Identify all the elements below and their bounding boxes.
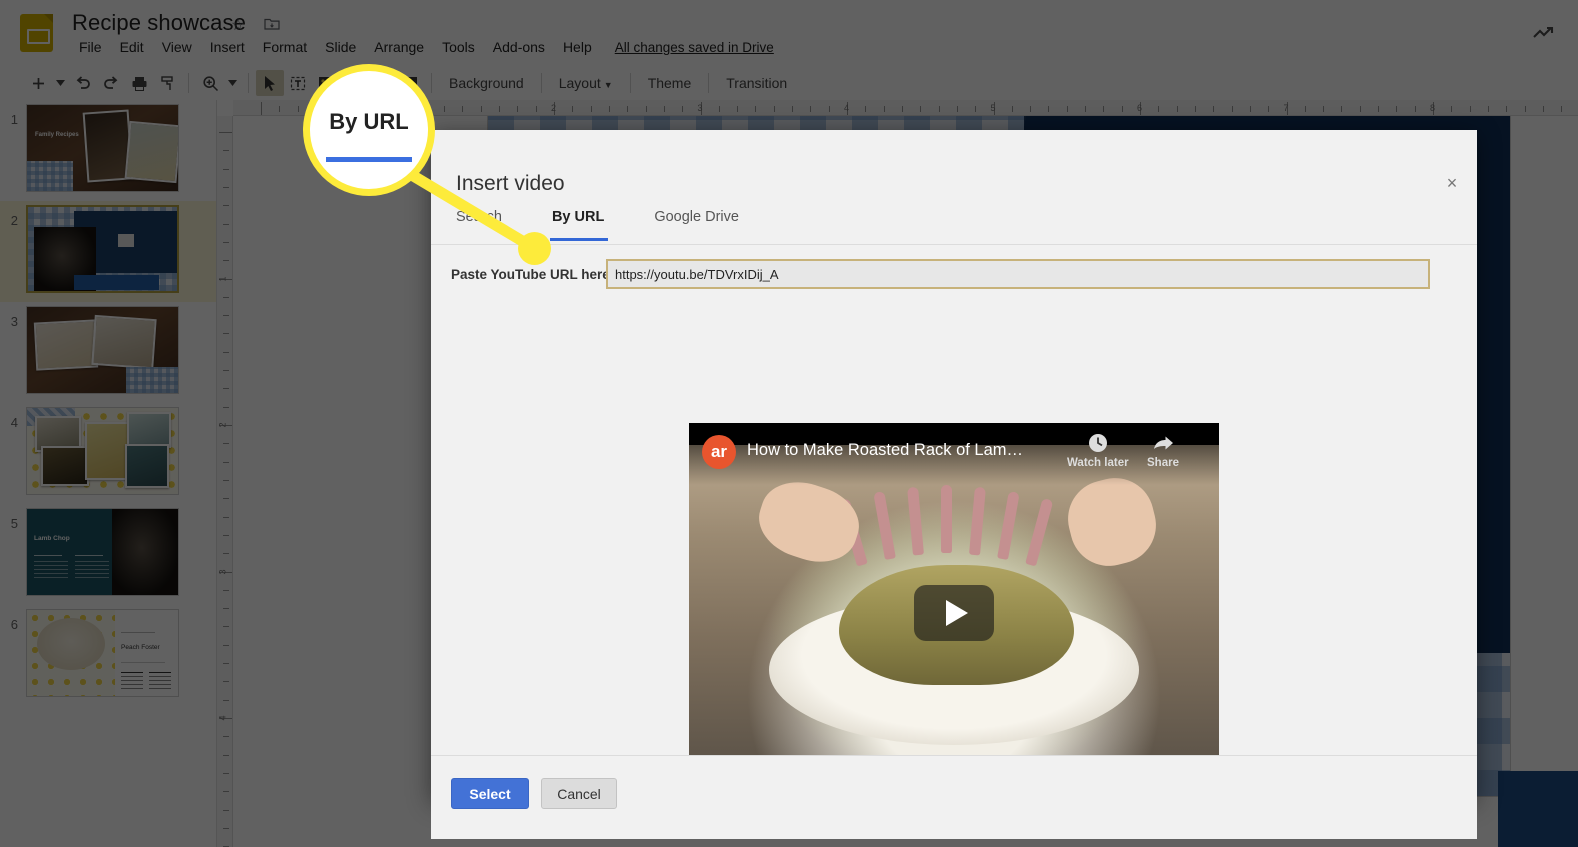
- watch-later-button[interactable]: Watch later: [1067, 432, 1129, 469]
- move-to-folder-icon[interactable]: [263, 17, 281, 35]
- slide-number: 1: [10, 112, 18, 127]
- video-overlay-bar: ar How to Make Roasted Rack of Lam… Watc…: [689, 423, 1219, 485]
- toolbar-divider: [188, 73, 189, 93]
- close-icon[interactable]: ×: [1441, 173, 1463, 195]
- layout-label: Layout: [558, 75, 601, 91]
- layout-button[interactable]: Layout ▼: [549, 72, 623, 94]
- dialog-footer: Select Cancel: [431, 755, 1477, 839]
- slide-number: 3: [10, 314, 18, 329]
- google-slides-window: Recipe showcase ☆ File Edit View Insert …: [0, 0, 1578, 847]
- new-slide-dropdown-icon[interactable]: [52, 70, 69, 96]
- tab-search[interactable]: Search: [456, 204, 520, 241]
- tab-by-url[interactable]: By URL: [549, 204, 622, 241]
- slide-number: 6: [10, 617, 18, 632]
- share-label: Share: [1147, 457, 1179, 469]
- chevron-down-icon: ▼: [603, 80, 613, 90]
- menu-help[interactable]: Help: [554, 36, 601, 58]
- redo-icon[interactable]: [97, 70, 125, 96]
- theme-button[interactable]: Theme: [638, 72, 702, 94]
- undo-icon[interactable]: [69, 70, 97, 96]
- tab-google-drive[interactable]: Google Drive: [654, 204, 757, 241]
- dialog-tabs: Search By URL Google Drive: [431, 204, 1477, 245]
- callout-magnifier: By URL: [303, 64, 435, 196]
- star-icon[interactable]: ☆: [229, 17, 247, 35]
- zoom-dropdown-icon[interactable]: [224, 70, 241, 96]
- cancel-button[interactable]: Cancel: [541, 778, 617, 809]
- new-slide-icon[interactable]: [24, 70, 52, 96]
- background-button[interactable]: Background: [439, 72, 534, 94]
- menu-arrange[interactable]: Arrange: [365, 36, 433, 58]
- select-button[interactable]: Select: [451, 778, 529, 809]
- slide-number: 4: [10, 415, 18, 430]
- filmstrip-slide-1[interactable]: 1 Family Recipes: [0, 100, 216, 201]
- slide-number: 2: [10, 213, 18, 228]
- toolbar-divider-5: [629, 73, 631, 93]
- filmstrip-slide-2[interactable]: 2: [0, 201, 216, 302]
- slide-1-title: Family Recipes: [35, 132, 79, 138]
- slide-thumbnail[interactable]: Peach Foster: [26, 609, 179, 697]
- zoom-icon[interactable]: [196, 70, 224, 96]
- insert-video-dialog[interactable]: Insert video × Search By URL Google Driv…: [431, 130, 1477, 839]
- callout-target-dot: [518, 232, 551, 265]
- menu-tools[interactable]: Tools: [433, 36, 484, 58]
- filmstrip-slide-6[interactable]: 6 Peach Foster: [0, 605, 216, 706]
- play-icon[interactable]: [914, 585, 994, 641]
- trending-up-icon[interactable]: [1530, 20, 1556, 46]
- watch-later-label: Watch later: [1067, 457, 1129, 469]
- vertical-ruler[interactable]: 1234: [217, 116, 233, 847]
- slide-6-title: Peach Foster: [121, 644, 160, 651]
- video-title[interactable]: How to Make Roasted Rack of Lam…: [747, 441, 1023, 460]
- paint-format-icon[interactable]: [153, 70, 181, 96]
- menu-insert[interactable]: Insert: [201, 36, 254, 58]
- slide-thumbnail[interactable]: [26, 407, 179, 495]
- toolbar: Background Layout ▼ Theme Transition: [0, 66, 1578, 100]
- slide-5-title: Lamb Chop: [34, 535, 70, 542]
- toolbar-divider-3: [431, 73, 432, 93]
- menu-edit[interactable]: Edit: [111, 36, 153, 58]
- transition-button[interactable]: Transition: [716, 72, 797, 94]
- dialog-header: Insert video ×: [431, 130, 1477, 204]
- slide-filmstrip[interactable]: 1 Family Recipes 2 3 4 5 Lamb Chop 6 Pea…: [0, 100, 217, 847]
- save-status[interactable]: All changes saved in Drive: [615, 40, 774, 55]
- menu-format[interactable]: Format: [254, 36, 316, 58]
- filmstrip-slide-5[interactable]: 5 Lamb Chop: [0, 504, 216, 605]
- callout-underline: [326, 156, 412, 162]
- share-button[interactable]: Share: [1147, 432, 1179, 469]
- clock-icon: [1087, 432, 1109, 454]
- toolbar-divider-4: [540, 73, 542, 93]
- dialog-body: Paste YouTube URL here: ar: [431, 245, 1477, 821]
- url-input[interactable]: [606, 259, 1430, 289]
- slide-thumbnail[interactable]: [26, 306, 179, 394]
- share-arrow-icon: [1152, 432, 1174, 454]
- menubar: File Edit View Insert Format Slide Arran…: [70, 36, 774, 58]
- select-cursor-icon[interactable]: [256, 70, 284, 96]
- channel-avatar[interactable]: ar: [702, 435, 736, 469]
- text-box-icon[interactable]: [284, 70, 312, 96]
- callout-magnified-label: By URL: [329, 108, 409, 134]
- page-title[interactable]: Recipe showcase: [72, 10, 246, 36]
- slide-thumbnail[interactable]: [26, 205, 179, 293]
- slide-title-badge[interactable]: [1498, 771, 1578, 847]
- dialog-title: Insert video: [456, 172, 565, 195]
- app-header: Recipe showcase ☆ File Edit View Insert …: [0, 0, 1578, 66]
- filmstrip-slide-4[interactable]: 4: [0, 403, 216, 504]
- menu-view[interactable]: View: [153, 36, 201, 58]
- slide-number: 5: [10, 516, 18, 531]
- horizontal-ruler[interactable]: 12345678: [233, 100, 1578, 116]
- slide-thumbnail[interactable]: Family Recipes: [26, 104, 179, 192]
- url-field-label: Paste YouTube URL here:: [451, 267, 615, 282]
- menu-addons[interactable]: Add-ons: [484, 36, 554, 58]
- slides-icon: [20, 14, 53, 52]
- menu-slide[interactable]: Slide: [316, 36, 365, 58]
- toolbar-divider-2: [248, 73, 249, 93]
- filmstrip-slide-3[interactable]: 3: [0, 302, 216, 403]
- toolbar-divider-6: [708, 73, 710, 93]
- menu-file[interactable]: File: [70, 36, 111, 58]
- print-icon[interactable]: [125, 70, 153, 96]
- slide-thumbnail[interactable]: Lamb Chop: [26, 508, 179, 596]
